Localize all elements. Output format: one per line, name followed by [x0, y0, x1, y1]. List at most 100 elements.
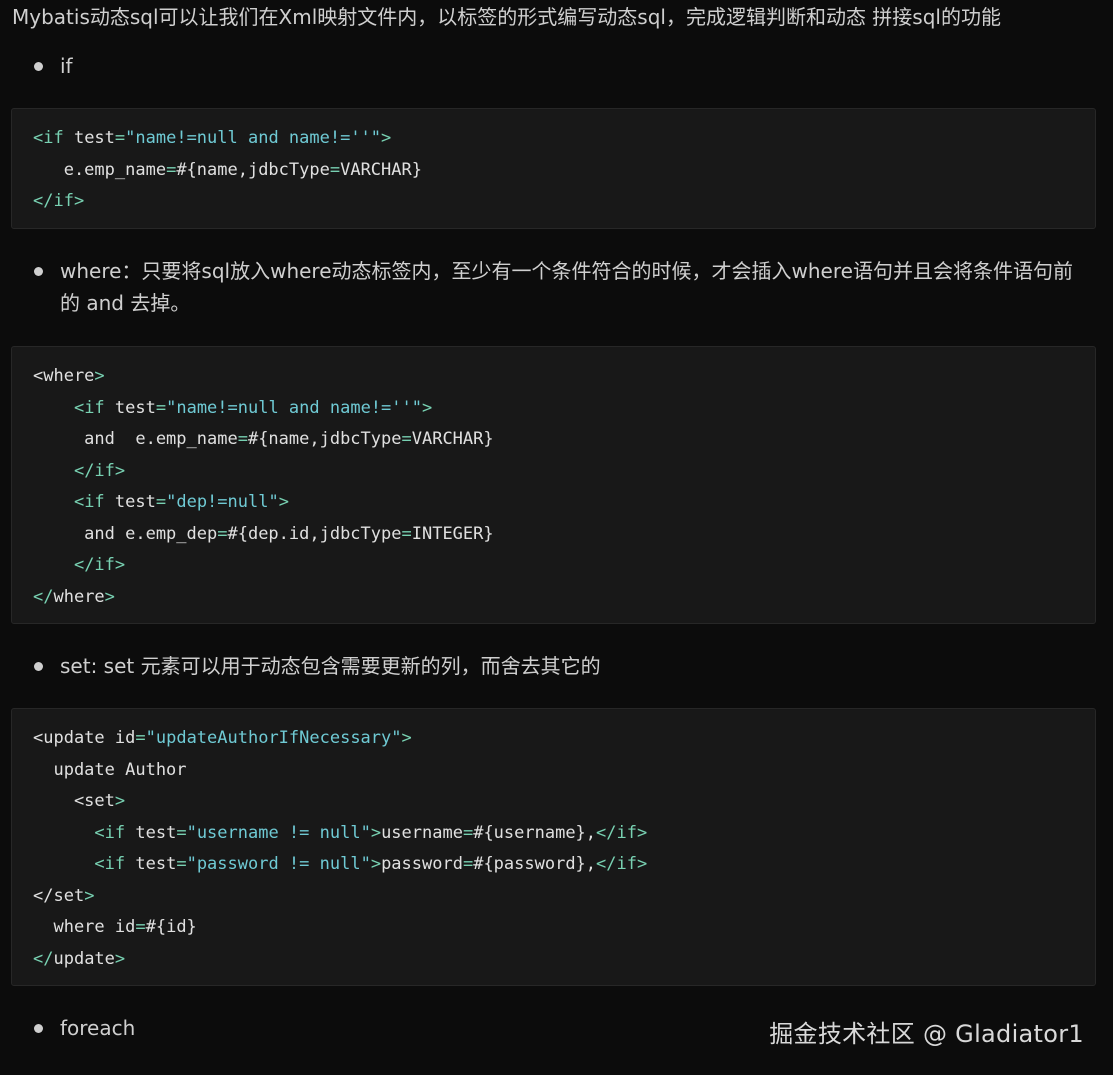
code-token: = — [135, 728, 146, 748]
code-token: </if> — [596, 854, 648, 874]
code-token: > — [278, 492, 289, 512]
code-token: <update — [33, 728, 105, 748]
code-token: test — [104, 397, 156, 418]
watermark: 掘金技术社区 @ Gladiator1 — [769, 1020, 1084, 1048]
code-token: where id — [33, 917, 136, 937]
code-token: where — [53, 586, 105, 607]
code-line: <if test="name!=null and name!=''"> — [33, 123, 1095, 155]
bullet-dot — [34, 1024, 43, 1033]
code-line: <if test="dep!=null"> — [33, 487, 1095, 519]
code-token: and e.emp_name — [33, 429, 238, 449]
code-token: </ — [33, 586, 54, 607]
code-token: test — [104, 492, 156, 512]
code-token: > — [94, 366, 105, 386]
code-token: <where — [33, 366, 95, 386]
code-token: = — [401, 429, 412, 449]
code-token: = — [114, 128, 126, 148]
code-line: <set> — [33, 786, 1095, 818]
code-token: "username != null" — [186, 822, 371, 843]
code-token: "dep!=null" — [166, 492, 279, 512]
code-line: </update> — [33, 944, 1095, 976]
code-line: where id=#{id} — [33, 912, 1095, 944]
article-content: Mybatis动态sql可以让我们在Xml映射文件内，以标签的形式编写动态sql… — [0, 0, 1113, 1075]
code-token: </ — [33, 948, 54, 969]
code-token: and e.emp_dep — [33, 523, 218, 544]
bullet-dot — [34, 62, 43, 71]
code-token: "name!=null and name!=''" — [125, 128, 382, 148]
code-token: <if — [94, 822, 126, 843]
code-token: VARCHAR} — [411, 429, 494, 449]
code-token: </if> — [73, 555, 126, 575]
bullet-dot — [34, 267, 43, 276]
code-line: update Author — [33, 755, 1095, 787]
code-line: <if test="username != null">username=#{u… — [33, 818, 1095, 850]
code-token: INTEGER} — [411, 523, 494, 544]
code-token: VARCHAR} — [340, 159, 422, 180]
code-token: "name!=null and name!=''" — [166, 397, 422, 418]
code-token: id — [104, 728, 136, 748]
code-token: > — [114, 948, 126, 969]
code-line: </where> — [33, 582, 1095, 614]
code-token: > — [370, 822, 382, 843]
code-token: password — [381, 854, 463, 874]
intro-paragraph: Mybatis动态sql可以让我们在Xml映射文件内，以标签的形式编写动态sql… — [12, 5, 1001, 29]
code-token: = — [166, 159, 177, 180]
code-line: and e.emp_name=#{name,jdbcType=VARCHAR} — [33, 424, 1095, 456]
code-token: <if — [73, 492, 105, 512]
code-token: #{username}, — [473, 822, 597, 843]
code-token: <set — [33, 791, 115, 811]
code-line: <update id="updateAuthorIfNecessary"> — [33, 723, 1095, 755]
code-token: = — [155, 492, 167, 512]
code-token: #{password}, — [473, 854, 597, 874]
list-item-if: if — [34, 50, 1084, 82]
list-item-where: where：只要将sql放入where动态标签内，至少有一个条件符合的时候，才会… — [34, 255, 1084, 319]
list-item-text: if — [60, 54, 73, 78]
code-token: e.emp_name — [33, 159, 167, 180]
code-token: <if — [94, 854, 126, 874]
code-token: = — [237, 429, 248, 449]
code-token: </if> — [33, 191, 85, 211]
code-block: <if test="name!=null and name!=''"> e.em… — [11, 108, 1096, 229]
code-token: = — [462, 854, 474, 874]
code-line: <if test="name!=null and name!=''"> — [33, 393, 1095, 425]
code-token: > — [401, 728, 412, 748]
code-line: </if> — [33, 186, 1095, 218]
code-token: </set — [33, 885, 85, 906]
code-token: #{name,jdbcType — [176, 159, 330, 180]
code-token: = — [135, 917, 146, 937]
code-token: = — [329, 159, 341, 180]
code-block: <where> <if test="name!=null and name!='… — [11, 346, 1096, 624]
code-line: </set> — [33, 881, 1095, 913]
code-token: update — [53, 948, 115, 969]
code-token: "password != null" — [186, 854, 371, 874]
code-token: update Author — [33, 759, 187, 780]
code-token: #{name,jdbcType — [247, 429, 402, 449]
code-token: = — [176, 822, 187, 843]
code-token: #{id} — [145, 917, 197, 937]
code-token: = — [401, 523, 412, 544]
code-token: test — [63, 128, 115, 148]
code-token: username — [381, 822, 463, 843]
code-token: = — [217, 523, 228, 544]
bullet-dot — [34, 662, 43, 671]
code-token: </if> — [596, 822, 648, 843]
code-token: = — [176, 854, 187, 874]
code-token: <if — [73, 397, 105, 418]
code-line: <where> — [33, 361, 1095, 393]
code-line: </if> — [33, 550, 1095, 582]
list-item-text: set: set 元素可以用于动态包含需要更新的列，而舍去其它的 — [60, 654, 601, 678]
code-token: > — [421, 397, 433, 418]
code-token: > — [114, 791, 126, 811]
code-token: test — [125, 822, 177, 843]
list-item-text: where：只要将sql放入where动态标签内，至少有一个条件符合的时候，才会… — [60, 259, 1073, 315]
code-token: #{dep.id,jdbcType — [227, 523, 402, 544]
code-token: > — [370, 854, 382, 874]
code-line: and e.emp_dep=#{dep.id,jdbcType=INTEGER} — [33, 519, 1095, 551]
code-line: e.emp_name=#{name,jdbcType=VARCHAR} — [33, 155, 1095, 187]
